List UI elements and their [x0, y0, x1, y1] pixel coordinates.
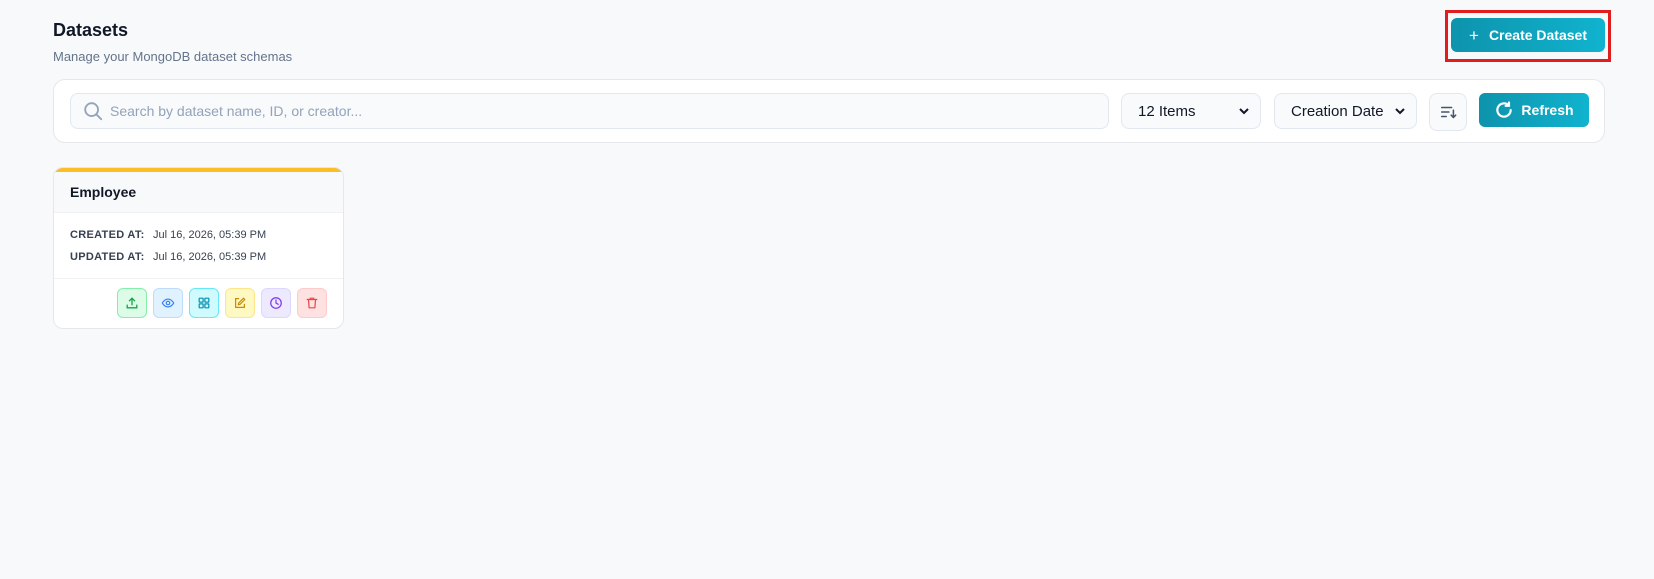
created-label: CREATED AT:	[70, 229, 145, 241]
edit-icon	[235, 297, 246, 308]
chevron-down-icon	[1238, 105, 1250, 117]
create-dataset-label: Create Dataset	[1488, 27, 1587, 43]
history-button[interactable]	[261, 288, 291, 318]
dataset-name: Employee	[54, 172, 343, 213]
search-icon	[82, 100, 104, 122]
page-size-select[interactable]: 12 Items	[1121, 93, 1261, 129]
page-subtitle: Manage your MongoDB dataset schemas	[53, 49, 293, 64]
refresh-button[interactable]: Refresh	[1479, 93, 1589, 127]
updated-value: Jul 16, 2026, 05:39 PM	[153, 251, 267, 263]
view-button[interactable]	[153, 288, 183, 318]
card-actions	[54, 278, 343, 328]
delete-button[interactable]	[297, 288, 327, 318]
sort-by-value: Creation Date	[1291, 102, 1384, 120]
dataset-card[interactable]: Employee CREATED AT: Jul 16, 2026, 05:39…	[53, 167, 344, 329]
search-box[interactable]	[70, 93, 1109, 129]
updated-row: UPDATED AT: Jul 16, 2026, 05:39 PM	[70, 246, 327, 268]
updated-label: UPDATED AT:	[70, 251, 145, 263]
page-size-value: 12 Items	[1138, 102, 1196, 120]
sort-by-select[interactable]: Creation Date	[1274, 93, 1417, 129]
filter-toolbar: 12 Items Creation Date	[53, 79, 1605, 143]
refresh-icon	[1496, 101, 1513, 118]
grid-icon	[198, 297, 210, 309]
chevron-down-icon	[1394, 105, 1406, 117]
dataset-meta: CREATED AT: Jul 16, 2026, 05:39 PM UPDAT…	[54, 213, 343, 279]
datasets-page: Datasets Manage your MongoDB dataset sch…	[0, 0, 1654, 579]
plus-icon: +	[1469, 25, 1479, 45]
refresh-label: Refresh	[1521, 102, 1574, 118]
upload-icon	[126, 297, 138, 309]
created-value: Jul 16, 2026, 05:39 PM	[153, 229, 267, 241]
sort-direction-button[interactable]	[1429, 93, 1467, 131]
sort-descending-icon	[1440, 106, 1457, 119]
edit-button[interactable]	[225, 288, 255, 318]
clock-icon	[270, 297, 282, 309]
schema-grid-button[interactable]	[189, 288, 219, 318]
trash-icon	[306, 297, 318, 309]
created-row: CREATED AT: Jul 16, 2026, 05:39 PM	[70, 224, 327, 246]
search-input[interactable]	[110, 103, 1108, 119]
upload-button[interactable]	[117, 288, 147, 318]
create-dataset-button[interactable]: + Create Dataset	[1451, 18, 1605, 52]
eye-icon	[161, 298, 175, 308]
page-title: Datasets	[53, 20, 129, 40]
